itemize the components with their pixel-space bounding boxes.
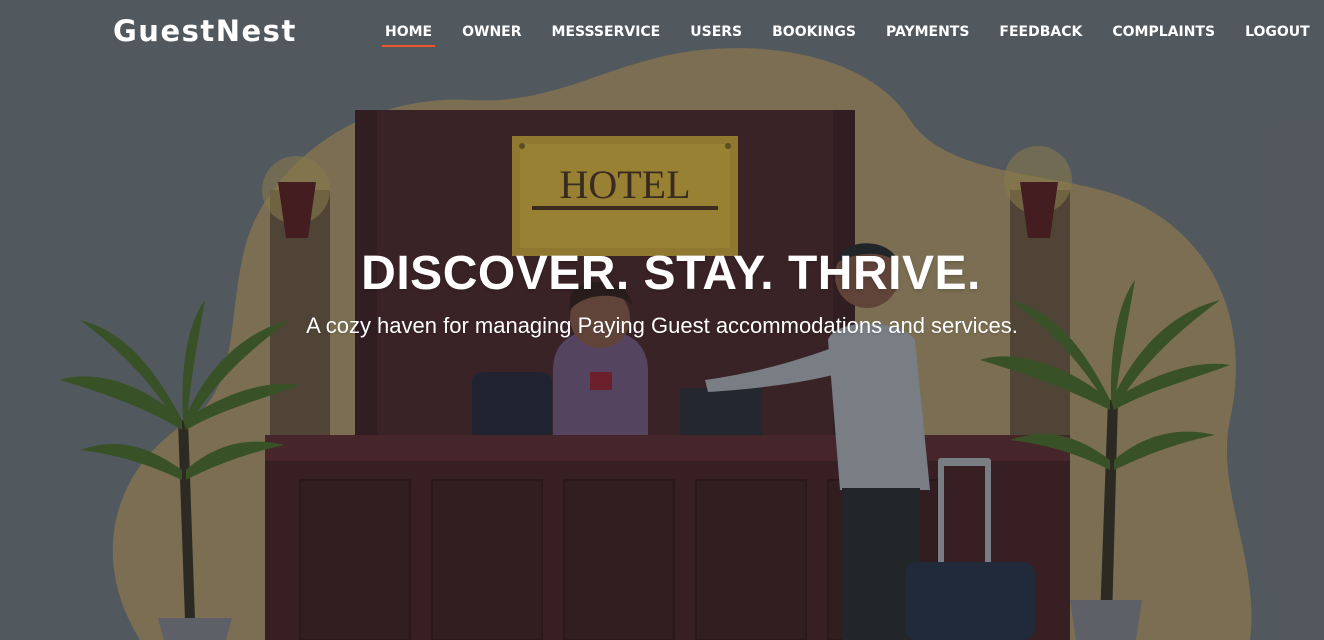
nav-item-home[interactable]: HOME [370,0,447,64]
brand-logo[interactable]: GuestNest [113,14,297,48]
hero-section: HOTEL GuestNest HOME OWNER MESSSERVICE U… [0,0,1324,640]
nav-item-payments[interactable]: PAYMENTS [871,0,984,64]
nav-item-feedback[interactable]: FEEDBACK [984,0,1097,64]
suitcase [905,562,1035,640]
nav-item-messservice[interactable]: MESSSERVICE [537,0,676,64]
nav-item-logout[interactable]: LOGOUT [1230,0,1324,64]
hero-text: DISCOVER. STAY. THRIVE. A cozy haven for… [0,246,1324,339]
nav-item-complaints[interactable]: COMPLAINTS [1097,0,1230,64]
hotel-sign-text: HOTEL [559,162,690,207]
navbar: GuestNest HOME OWNER MESSSERVICE USERS B… [0,0,1324,64]
hero-title: DISCOVER. STAY. THRIVE. [361,247,981,300]
guest [828,323,930,490]
nav-item-owner[interactable]: OWNER [447,0,536,64]
nav-item-users[interactable]: USERS [675,0,757,64]
nav-item-bookings[interactable]: BOOKINGS [757,0,871,64]
hero-subtitle: A cozy haven for managing Paying Guest a… [306,313,1018,338]
nav-menu: HOME OWNER MESSSERVICE USERS BOOKINGS PA… [370,0,1324,64]
